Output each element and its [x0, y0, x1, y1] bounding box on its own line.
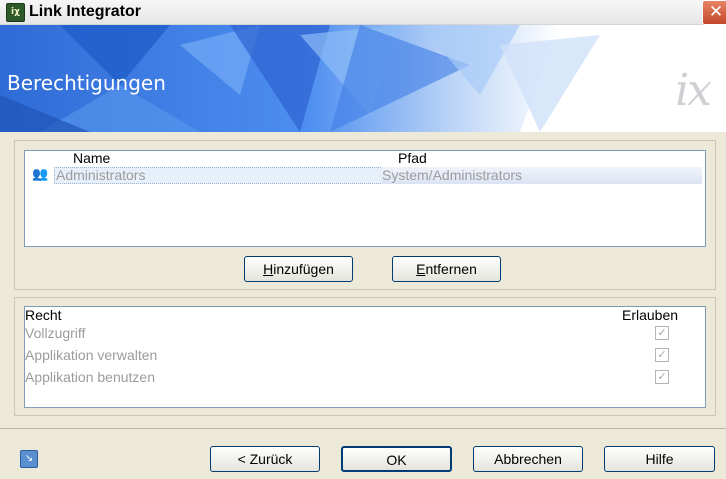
right-row-manage-app: Applikation verwalten ✓: [25, 347, 705, 369]
column-header-right: Recht: [25, 307, 62, 323]
right-row-full-access: Vollzugriff ✓: [25, 325, 705, 347]
help-corner-icon[interactable]: ↘: [20, 450, 38, 468]
members-group: Name Pfad 👥 Administrators System/Admini…: [14, 140, 716, 290]
ok-button[interactable]: OK: [341, 446, 452, 472]
users-group-icon: 👥: [32, 167, 49, 182]
list-item[interactable]: 👥 Administrators System/Administrators: [25, 167, 705, 184]
member-path: System/Administrators: [382, 167, 702, 184]
back-button[interactable]: < Zurück: [210, 446, 320, 472]
remove-button-label: ntfernen: [425, 261, 477, 277]
right-row-use-app: Applikation benutzen ✓: [25, 369, 705, 391]
page-title: Berechtigungen: [7, 71, 166, 95]
column-header-path[interactable]: Pfad: [398, 150, 427, 166]
allow-checkbox[interactable]: ✓: [655, 348, 669, 362]
footer-separator: [0, 428, 726, 429]
column-header-name[interactable]: Name: [73, 150, 110, 166]
right-label: Applikation benutzen: [25, 369, 155, 385]
add-button-mnemonic: H: [263, 261, 274, 277]
close-button[interactable]: ✕: [702, 0, 726, 25]
add-button[interactable]: Hinzufügen: [244, 256, 353, 282]
help-button[interactable]: Hilfe: [604, 446, 715, 472]
brand-logo: ix: [675, 65, 712, 116]
column-header-allow: Erlauben: [622, 307, 679, 323]
allow-checkbox[interactable]: ✓: [655, 326, 669, 340]
title-bar: iχ Link Integrator ✕: [0, 0, 726, 25]
members-list-header: Name Pfad: [25, 150, 705, 166]
right-label: Vollzugriff: [25, 325, 86, 341]
window-title: Link Integrator: [29, 3, 142, 20]
add-button-label: inzufügen: [273, 261, 334, 277]
header-banner: Berechtigungen ix: [0, 25, 726, 132]
members-list[interactable]: Name Pfad 👥 Administrators System/Admini…: [24, 150, 706, 247]
dialog-window: iχ Link Integrator ✕ Berechtigungen ix N…: [0, 0, 726, 479]
allow-checkbox[interactable]: ✓: [655, 370, 669, 384]
rights-group: Recht Erlauben Vollzugriff ✓ Applikation…: [14, 297, 716, 416]
rights-list[interactable]: Recht Erlauben Vollzugriff ✓ Applikation…: [24, 306, 706, 408]
app-icon: iχ: [6, 3, 25, 22]
member-name: Administrators: [54, 167, 383, 184]
right-label: Applikation verwalten: [25, 347, 158, 363]
remove-button[interactable]: Entfernen: [392, 256, 501, 282]
cancel-button[interactable]: Abbrechen: [473, 446, 583, 472]
